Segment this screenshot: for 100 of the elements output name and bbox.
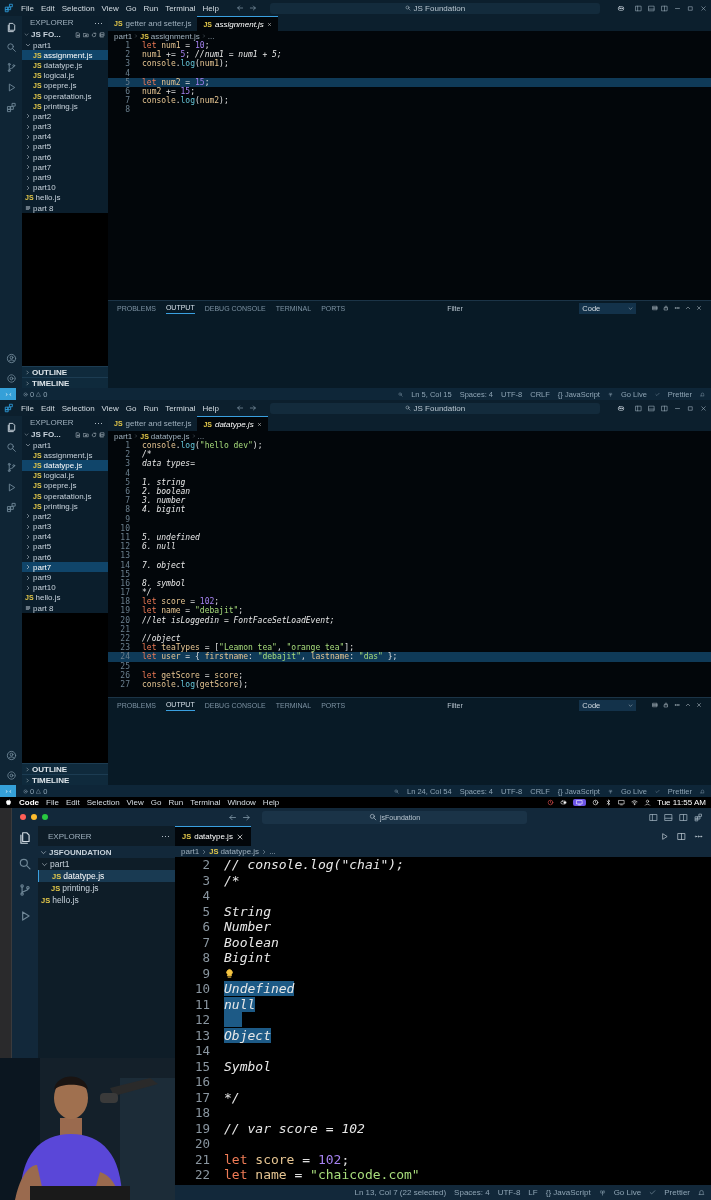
menu-item[interactable]: Help (262, 798, 280, 807)
lock-icon[interactable] (663, 305, 669, 311)
tree-item[interactable]: part1 (22, 40, 108, 51)
list-icon[interactable] (652, 702, 658, 708)
tree-item[interactable]: part9 (22, 172, 108, 183)
list-icon[interactable] (652, 305, 658, 311)
tree-item[interactable]: part5 (22, 141, 108, 153)
tree-item[interactable]: part7 (22, 162, 108, 173)
menu-item[interactable]: Go (125, 3, 137, 13)
zoom-icon[interactable] (394, 788, 399, 794)
command-center[interactable]: JS Foundation (269, 402, 600, 414)
lightbulb-icon[interactable] (224, 967, 235, 979)
bluetooth-icon[interactable] (605, 799, 613, 806)
menu-item[interactable]: Edit (40, 3, 55, 13)
chevron-down-icon[interactable] (24, 432, 29, 437)
close-icon[interactable] (696, 702, 702, 708)
chevron-down-icon[interactable] (24, 32, 29, 37)
extensions-icon[interactable] (5, 502, 17, 513)
menu-item[interactable]: Help (202, 3, 219, 13)
chevron-right-icon[interactable] (25, 533, 31, 540)
chevron-down-icon[interactable] (40, 848, 47, 856)
breadcrumb-item[interactable]: part1 (114, 431, 133, 441)
chevron-right-icon[interactable] (25, 113, 31, 120)
minimize-button[interactable] (31, 814, 37, 820)
menu-item[interactable]: Selection (61, 3, 95, 13)
new-folder-icon[interactable] (83, 31, 89, 38)
menu-item[interactable]: Terminal (165, 403, 196, 413)
close-icon[interactable] (696, 305, 702, 311)
status-item[interactable]: Go Live (613, 1188, 642, 1197)
status-item[interactable]: LF (528, 1188, 538, 1197)
menu-item[interactable]: Terminal (165, 3, 196, 13)
menu-item[interactable]: View (101, 403, 119, 413)
layout-icon[interactable] (649, 812, 658, 822)
more-icon[interactable] (674, 702, 680, 708)
layout-icon[interactable] (661, 4, 668, 12)
settings-icon[interactable] (5, 770, 17, 781)
split-editor-icon[interactable] (677, 831, 686, 841)
collapse-icon[interactable] (99, 31, 105, 38)
forward-arrow-icon[interactable] (242, 812, 251, 822)
tree-item[interactable]: part10 (22, 582, 108, 593)
menu-item[interactable]: Window (227, 798, 256, 807)
settings-icon[interactable] (5, 373, 17, 384)
more-button[interactable]: ··· (94, 417, 103, 428)
record-icon[interactable] (547, 799, 555, 806)
new-file-icon[interactable] (75, 431, 81, 438)
breadcrumb-item[interactable]: ... (197, 431, 205, 441)
collapse-icon[interactable] (99, 431, 105, 438)
chevron-down-icon[interactable] (25, 442, 31, 449)
tree-item[interactable]: part4 (22, 531, 108, 542)
menu-item[interactable]: Edit (65, 798, 80, 807)
tree-item[interactable]: part 8 (22, 603, 108, 614)
chevron-right-icon[interactable] (25, 584, 31, 591)
breadcrumb-item[interactable]: ... (269, 847, 276, 856)
user-icon[interactable] (644, 799, 652, 806)
menu-item[interactable]: Edit (40, 403, 55, 413)
chevron-right-icon[interactable] (25, 184, 31, 191)
status-item[interactable]: UTF-8 (497, 1188, 521, 1197)
status-item[interactable]: Spaces: 4 (454, 1188, 490, 1197)
menu-item[interactable]: Selection (86, 798, 120, 807)
back-arrow-icon[interactable] (235, 404, 244, 412)
chevron-right-icon[interactable] (25, 174, 31, 181)
menu-item[interactable]: Run (143, 403, 159, 413)
back-arrow-icon[interactable] (235, 4, 244, 12)
clock-icon[interactable] (592, 799, 600, 806)
layout-icon[interactable] (635, 404, 642, 412)
breadcrumb-item[interactable]: datatype.js (150, 431, 190, 441)
menu-item[interactable]: View (126, 798, 144, 807)
tree-item[interactable]: part4 (22, 131, 108, 142)
tree-item[interactable]: part 8 (22, 203, 108, 214)
close-button[interactable] (20, 814, 26, 820)
tree-item[interactable]: part9 (22, 572, 108, 583)
display-icon[interactable] (618, 799, 626, 806)
tree-item[interactable]: part3 (22, 121, 108, 132)
tree-item[interactable]: part6 (22, 152, 108, 163)
chevron-right-icon[interactable] (25, 554, 31, 561)
tree-item[interactable]: part3 (22, 521, 108, 532)
menu-item[interactable]: File (21, 3, 34, 13)
zoom-button[interactable] (42, 814, 48, 820)
chevron-right-icon[interactable] (25, 543, 31, 550)
menu-item[interactable]: View (101, 3, 119, 13)
chevron-up-icon[interactable] (685, 305, 691, 311)
menu-item[interactable]: Go (125, 403, 137, 413)
bell-icon[interactable] (700, 788, 705, 794)
chevron-down-icon[interactable] (25, 42, 31, 49)
lock-icon[interactable] (663, 702, 669, 708)
chevron-right-icon[interactable] (25, 154, 31, 161)
tree-item[interactable]: part1 (22, 440, 108, 451)
zoom-icon[interactable] (398, 391, 404, 397)
tree-item[interactable]: part2 (22, 511, 108, 522)
copilot-icon[interactable] (616, 4, 625, 12)
menu-item[interactable]: Run (168, 798, 184, 807)
more-button[interactable]: ··· (94, 17, 103, 28)
tree-item[interactable]: part10 (22, 182, 108, 193)
chevron-right-icon[interactable] (25, 574, 31, 581)
layout-icon[interactable] (648, 4, 655, 12)
chevron-right-icon[interactable] (25, 513, 31, 520)
maximize-icon[interactable] (687, 404, 694, 412)
tree-item[interactable]: part5 (22, 541, 108, 553)
layout-icon[interactable] (664, 812, 673, 822)
chevron-right-icon[interactable] (25, 133, 31, 140)
